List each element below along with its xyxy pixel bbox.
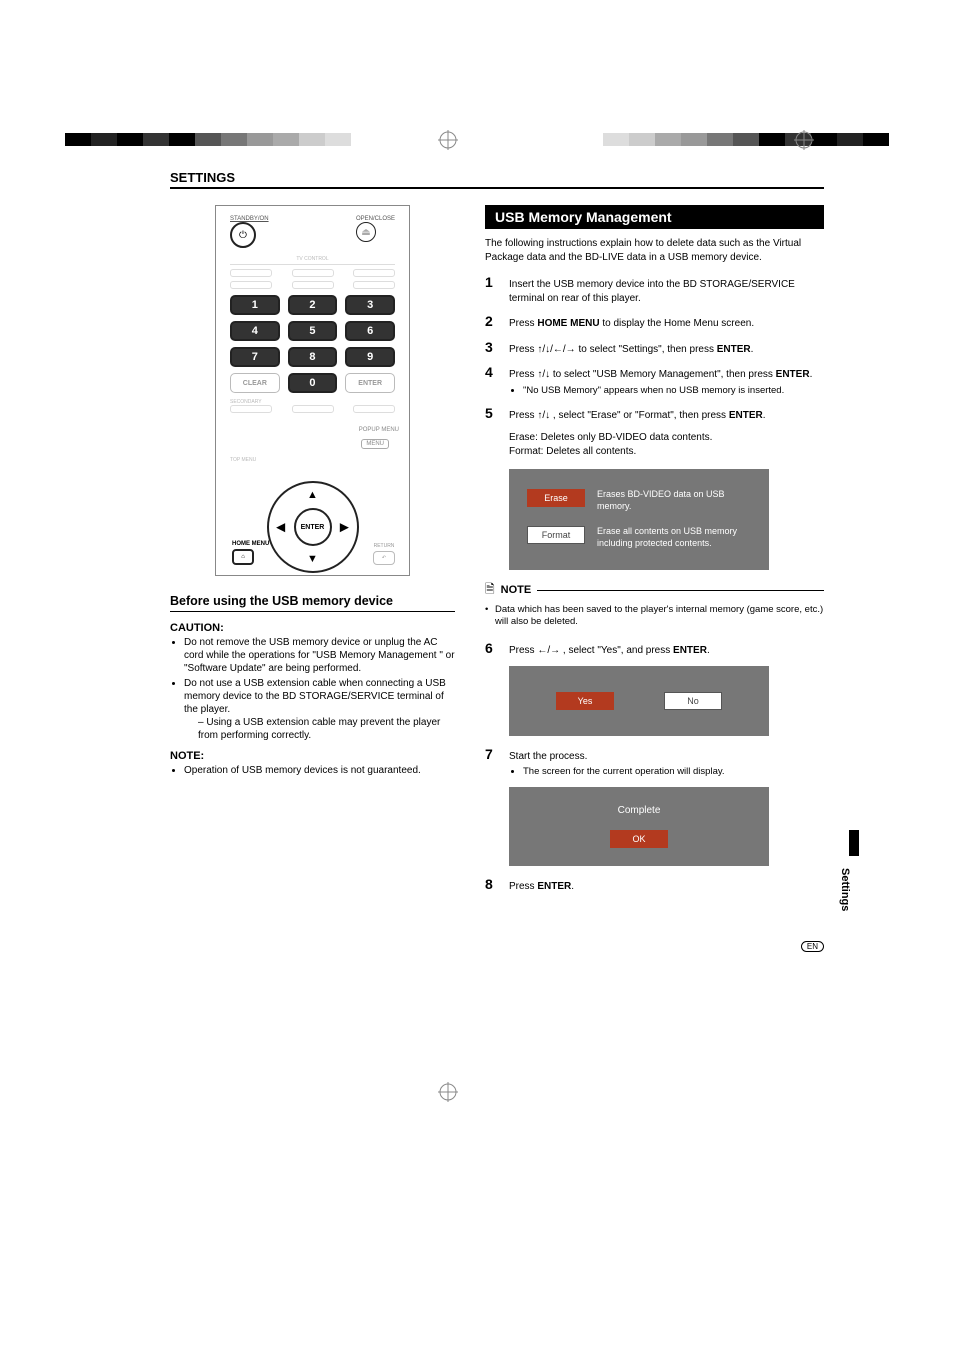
step-text: Press ↑/↓ , select "Erase" or "Format", … bbox=[509, 409, 766, 423]
step-number: 3 bbox=[485, 339, 509, 355]
step-text: Press ↑/↓ to select "USB Memory Manageme… bbox=[509, 368, 812, 397]
eject-button-icon: ⏏ bbox=[356, 222, 376, 242]
arrows-icon: ↑/↓ bbox=[537, 369, 550, 380]
side-tab-marker bbox=[849, 830, 859, 856]
home-menu-button: HOME MENU ⌂ bbox=[232, 541, 269, 565]
note-heading: NOTE: bbox=[170, 750, 455, 762]
format-desc: Erase all contents on USB memory includi… bbox=[597, 526, 751, 549]
step-number: 6 bbox=[485, 640, 509, 656]
step-number: 5 bbox=[485, 405, 509, 421]
arrow-left-icon: ◀ bbox=[277, 521, 285, 534]
erase-desc: Erases BD-VIDEO data on USB memory. bbox=[597, 489, 751, 512]
step-text: Press ←/→ , select "Yes", and press ENTE… bbox=[509, 644, 710, 658]
right-title: USB Memory Management bbox=[485, 205, 824, 229]
tv-control-label: TV CONTROL bbox=[230, 256, 395, 265]
step-sub: The screen for the current operation wil… bbox=[523, 766, 725, 779]
key-6: 6 bbox=[345, 321, 395, 341]
color-bars-left bbox=[65, 133, 351, 146]
openclose-label: OPEN/CLOSE bbox=[356, 216, 395, 222]
section-header: SETTINGS bbox=[170, 170, 824, 189]
arrow-right-icon: ▶ bbox=[340, 521, 348, 534]
step-text: Press ENTER. bbox=[509, 880, 574, 894]
step-text: Press ↑/↓/←/→ to select "Settings", then… bbox=[509, 343, 753, 357]
side-tab: Settings bbox=[836, 862, 854, 917]
key-7: 7 bbox=[230, 347, 280, 367]
arrows-icon: ←/→ bbox=[537, 645, 560, 656]
key-8: 8 bbox=[288, 347, 338, 367]
divider bbox=[537, 590, 824, 591]
popup-menu-label: POPUP MENU bbox=[359, 427, 399, 433]
yes-button: Yes bbox=[556, 692, 614, 710]
key-2: 2 bbox=[288, 295, 338, 315]
note-body: Data which has been saved to the player'… bbox=[485, 604, 824, 629]
key-enter: ENTER bbox=[345, 373, 395, 393]
erase-button: Erase bbox=[527, 489, 585, 507]
no-button: No bbox=[664, 692, 722, 710]
erase-format-desc: Erase: Deletes only BD-VIDEO data conten… bbox=[509, 431, 824, 459]
key-9: 9 bbox=[345, 347, 395, 367]
step-text: Press HOME MENU to display the Home Menu… bbox=[509, 317, 754, 331]
registration-mark-icon bbox=[794, 130, 814, 150]
step-text: Start the process. The screen for the cu… bbox=[509, 750, 725, 779]
note-label: NOTE bbox=[501, 584, 532, 596]
language-badge: EN bbox=[801, 941, 824, 952]
ok-button: OK bbox=[610, 830, 668, 848]
step-text: Insert the USB memory device into the BD… bbox=[509, 278, 824, 305]
arrow-up-icon: ▲ bbox=[307, 489, 318, 501]
caution-subitem: Using a USB extension cable may prevent … bbox=[198, 716, 455, 742]
remote-diagram: STANDBY/ON ⏻ OPEN/CLOSE ⏏ TV CONTROL 1 2… bbox=[215, 205, 410, 576]
caution-item: Do not remove the USB memory device or u… bbox=[184, 636, 455, 675]
left-subhead: Before using the USB memory device bbox=[170, 594, 455, 612]
dpad-enter: ENTER bbox=[294, 508, 332, 546]
intro-text: The following instructions explain how t… bbox=[485, 237, 824, 264]
key-clear: CLEAR bbox=[230, 373, 280, 393]
format-button: Format bbox=[527, 526, 585, 544]
step-number: 7 bbox=[485, 746, 509, 762]
standby-label: STANDBY/ON bbox=[230, 216, 269, 222]
step-number: 2 bbox=[485, 313, 509, 329]
key-0: 0 bbox=[288, 373, 338, 393]
step-number: 8 bbox=[485, 876, 509, 892]
printer-marks-bottom bbox=[0, 1052, 954, 1102]
key-4: 4 bbox=[230, 321, 280, 341]
arrow-down-icon: ▼ bbox=[307, 553, 318, 565]
registration-mark-icon bbox=[438, 130, 458, 150]
home-icon: ⌂ bbox=[241, 554, 245, 560]
page-footer: EN bbox=[801, 941, 824, 952]
note-list: Operation of USB memory devices is not g… bbox=[170, 764, 455, 777]
key-5: 5 bbox=[288, 321, 338, 341]
step-number: 4 bbox=[485, 364, 509, 380]
top-menu-label: TOP MENU bbox=[230, 457, 256, 463]
power-button-icon: ⏻ bbox=[230, 222, 256, 248]
caution-heading: CAUTION: bbox=[170, 622, 455, 634]
caution-list: Do not remove the USB memory device or u… bbox=[170, 636, 455, 742]
menu-button: MENU bbox=[361, 439, 389, 449]
return-icon: ↶ bbox=[382, 555, 386, 561]
complete-label: Complete bbox=[527, 805, 751, 816]
note-item: Operation of USB memory devices is not g… bbox=[184, 764, 455, 777]
step-sub: "No USB Memory" appears when no USB memo… bbox=[523, 385, 812, 398]
ui-panel-erase-format: Erase Erases BD-VIDEO data on USB memory… bbox=[509, 469, 769, 570]
registration-mark-icon bbox=[438, 1082, 458, 1102]
keypad: 1 2 3 4 5 6 7 8 9 CLEAR 0 ENTER bbox=[230, 295, 395, 393]
key-3: 3 bbox=[345, 295, 395, 315]
ui-panel-complete: Complete OK bbox=[509, 787, 769, 866]
ui-panel-yesno: Yes No bbox=[509, 666, 769, 736]
return-button: RETURN ↶ bbox=[373, 543, 395, 565]
color-bars-right bbox=[603, 133, 889, 146]
printer-marks-top bbox=[0, 100, 954, 150]
arrows-icon: ↑/↓/←/→ bbox=[537, 344, 575, 355]
note-icon: 🗎 bbox=[485, 580, 495, 601]
dpad: ▲ ▼ ◀ ▶ ENTER bbox=[267, 481, 359, 573]
arrows-icon: ↑/↓ bbox=[537, 410, 550, 421]
caution-item: Do not use a USB extension cable when co… bbox=[184, 677, 455, 742]
step-number: 1 bbox=[485, 274, 509, 290]
key-1: 1 bbox=[230, 295, 280, 315]
